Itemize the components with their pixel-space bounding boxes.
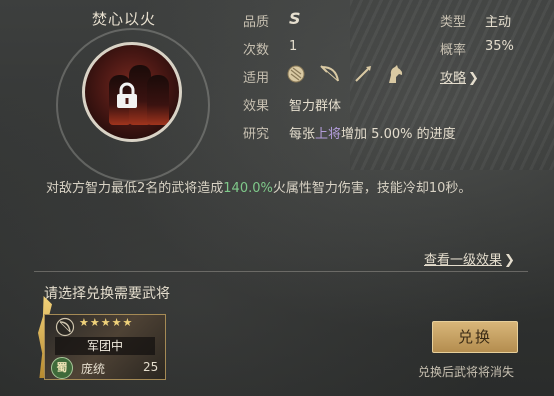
troop-type: 军团中	[55, 337, 155, 355]
shield-icon	[287, 65, 305, 83]
star-icon: ★	[79, 316, 90, 329]
type-label: 类型	[440, 15, 467, 30]
spear-icon	[355, 66, 371, 82]
effect-label: 效果	[243, 99, 270, 114]
skill-description: 对敌方智力最低2名的武将造成140.0%火属性智力伤害，技能冷却10秒。	[46, 181, 472, 196]
chevron-right-icon: ❯	[504, 253, 515, 268]
star-icon: ★	[111, 316, 123, 329]
quality-label: 品质	[243, 15, 270, 30]
rate-label: 概率	[440, 43, 467, 58]
apply-label: 适用	[243, 71, 270, 86]
strategy-link[interactable]: 攻略 ❯	[440, 67, 479, 86]
star-icon: ★	[122, 316, 134, 329]
type-value: 主动	[485, 15, 512, 30]
general-card[interactable]: ★★★★★ 军团中 蜀 庞统 25	[44, 314, 166, 380]
select-general-title: 请选择兑换需要武将	[44, 286, 170, 302]
rate-value: 35%	[485, 39, 514, 54]
redeem-button[interactable]: 兑换	[432, 321, 518, 353]
skill-name: 焚心以火	[92, 10, 157, 28]
chevron-right-icon: ❯	[468, 71, 479, 86]
horse-icon	[389, 65, 403, 83]
faction-badge: 蜀	[51, 357, 73, 379]
research-value: 每张上将增加 5.00% 的进度	[289, 127, 456, 142]
star-icon: ★	[89, 316, 101, 329]
star-icon: ★	[100, 316, 112, 329]
damage-highlight: 140.0%	[223, 181, 273, 196]
quality-value: S	[289, 9, 301, 28]
lock-icon	[117, 82, 137, 108]
research-label: 研究	[243, 127, 270, 142]
count-value: 1	[289, 39, 298, 54]
skill-figure	[147, 75, 169, 125]
view-level1-effect-link[interactable]: 查看一级效果 ❯	[424, 249, 515, 268]
general-level: 25	[143, 360, 159, 374]
count-label: 次数	[243, 43, 270, 58]
research-highlight: 上将	[315, 127, 342, 142]
general-name: 庞统	[81, 362, 106, 376]
divider	[34, 271, 528, 272]
bow-icon	[320, 65, 339, 82]
effect-value: 智力群体	[289, 99, 342, 114]
bow-icon	[55, 317, 75, 337]
redeem-note: 兑换后武将将消失	[418, 365, 515, 379]
star-rating: ★★★★★	[79, 316, 133, 329]
